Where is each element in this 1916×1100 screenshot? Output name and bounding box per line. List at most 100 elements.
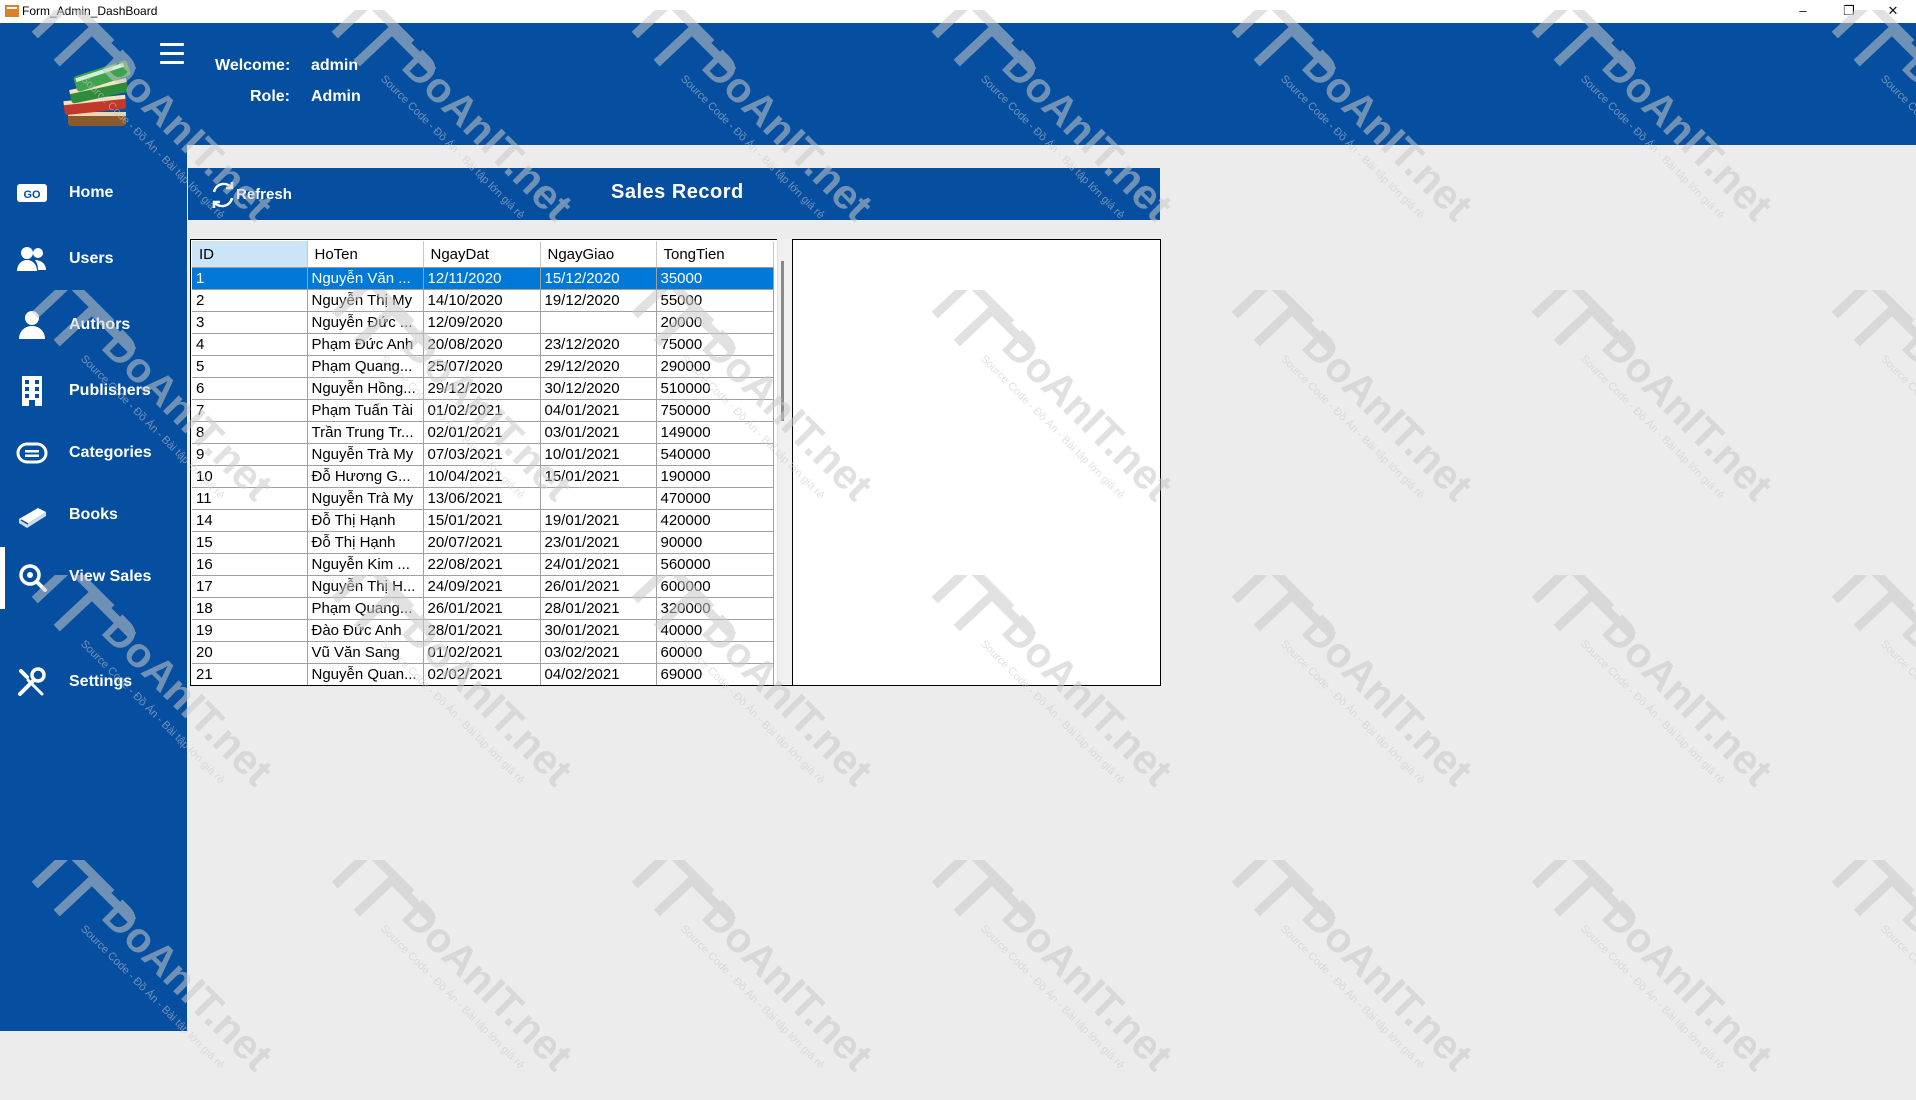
- table-cell[interactable]: Đào Đức Anh: [307, 619, 424, 642]
- table-cell[interactable]: Nguyễn Kim ...: [307, 553, 424, 576]
- table-cell[interactable]: 90000: [656, 531, 774, 554]
- sales-data-grid[interactable]: ID HoTen NgayDat NgayGiao TongTien 1 Nguy…: [190, 239, 793, 686]
- table-row[interactable]: 5 Phạm Quang... 25/07/2020 29/12/2020 290000: [192, 355, 774, 378]
- table-cell[interactable]: 22/08/2021: [423, 553, 541, 576]
- table-cell[interactable]: 3: [192, 311, 308, 334]
- table-cell[interactable]: Phạm Quang...: [307, 597, 424, 620]
- table-cell[interactable]: Phạm Đức Anh: [307, 333, 424, 356]
- table-row[interactable]: 8 Trần Trung Tr... 02/01/2021 03/01/2021 149…: [192, 421, 774, 444]
- table-cell[interactable]: Trần Trung Tr...: [307, 421, 424, 444]
- table-cell[interactable]: 29/12/2020: [540, 355, 657, 378]
- table-cell[interactable]: 01/02/2021: [423, 399, 541, 422]
- refresh-button-label[interactable]: Refresh: [236, 186, 292, 203]
- table-cell[interactable]: 12/09/2020: [423, 311, 541, 334]
- table-cell[interactable]: 03/02/2021: [540, 641, 657, 664]
- table-row[interactable]: 21 Nguyễn Quan... 02/02/2021 04/02/2021 6900…: [192, 663, 774, 685]
- scrollbar-thumb[interactable]: [781, 261, 784, 421]
- table-cell[interactable]: 7: [192, 399, 308, 422]
- table-cell[interactable]: 07/03/2021: [423, 443, 541, 466]
- sidebar-item-books[interactable]: Books: [0, 488, 187, 542]
- table-cell[interactable]: 16: [192, 553, 308, 576]
- table-cell[interactable]: 02/02/2021: [423, 663, 541, 685]
- table-cell[interactable]: 24/09/2021: [423, 575, 541, 598]
- grid-vertical-scrollbar[interactable]: [777, 239, 792, 684]
- column-header-ngaygiao[interactable]: NgayGiao: [540, 241, 657, 268]
- minimize-button[interactable]: –: [1780, 0, 1826, 23]
- table-row[interactable]: 1 Nguyễn Văn ... 12/11/2020 15/12/2020 35000: [192, 267, 774, 290]
- table-cell[interactable]: 25/07/2020: [423, 355, 541, 378]
- table-cell[interactable]: 24/01/2021: [540, 553, 657, 576]
- column-header-tongtien[interactable]: TongTien: [656, 241, 774, 268]
- sidebar-item-publishers[interactable]: Publishers: [0, 364, 187, 418]
- table-cell[interactable]: 600000: [656, 575, 774, 598]
- table-cell[interactable]: 40000: [656, 619, 774, 642]
- table-row[interactable]: 4 Phạm Đức Anh 20/08/2020 23/12/2020 75000: [192, 333, 774, 356]
- table-cell[interactable]: 11: [192, 487, 308, 510]
- table-cell[interactable]: 2: [192, 289, 308, 312]
- column-header-id[interactable]: ID: [192, 241, 308, 268]
- table-cell[interactable]: Đỗ Hương G...: [307, 465, 424, 488]
- table-cell[interactable]: Phạm Quang...: [307, 355, 424, 378]
- table-cell[interactable]: 12/11/2020: [423, 267, 541, 290]
- table-row[interactable]: 2 Nguyễn Thị My 14/10/2020 19/12/2020 55000: [192, 289, 774, 312]
- table-cell[interactable]: Vũ Văn Sang: [307, 641, 424, 664]
- table-cell[interactable]: 55000: [656, 289, 774, 312]
- table-cell[interactable]: 18: [192, 597, 308, 620]
- menu-toggle-button[interactable]: [160, 43, 184, 67]
- sidebar-item-authors[interactable]: Authors: [0, 298, 187, 352]
- table-cell[interactable]: 149000: [656, 421, 774, 444]
- table-cell[interactable]: 19/01/2021: [540, 509, 657, 532]
- table-cell[interactable]: 30/01/2021: [540, 619, 657, 642]
- table-cell[interactable]: 10: [192, 465, 308, 488]
- table-cell[interactable]: 28/01/2021: [540, 597, 657, 620]
- table-cell[interactable]: Đỗ Thị Hạnh: [307, 509, 424, 532]
- table-cell[interactable]: 26/01/2021: [423, 597, 541, 620]
- table-row[interactable]: 3 Nguyễn Đức ... 12/09/2020 20000: [192, 311, 774, 334]
- table-cell[interactable]: 10/01/2021: [540, 443, 657, 466]
- table-cell[interactable]: 60000: [656, 641, 774, 664]
- table-cell[interactable]: [540, 487, 657, 510]
- sidebar-item-view-sales[interactable]: View Sales: [0, 550, 187, 604]
- table-row[interactable]: 17 Nguyễn Thị H... 24/09/2021 26/01/2021 600…: [192, 575, 774, 598]
- table-cell[interactable]: 03/01/2021: [540, 421, 657, 444]
- table-cell[interactable]: 20/07/2021: [423, 531, 541, 554]
- table-cell[interactable]: Nguyễn Trà My: [307, 487, 424, 510]
- table-cell[interactable]: 9: [192, 443, 308, 466]
- table-cell[interactable]: 17: [192, 575, 308, 598]
- table-cell[interactable]: 750000: [656, 399, 774, 422]
- table-cell[interactable]: Nguyễn Hồng...: [307, 377, 424, 400]
- table-cell[interactable]: 15/01/2021: [423, 509, 541, 532]
- table-cell[interactable]: Nguyễn Thị H...: [307, 575, 424, 598]
- table-cell[interactable]: 26/01/2021: [540, 575, 657, 598]
- table-row[interactable]: 16 Nguyễn Kim ... 22/08/2021 24/01/2021 5600…: [192, 553, 774, 576]
- table-cell[interactable]: 470000: [656, 487, 774, 510]
- table-cell[interactable]: 10/04/2021: [423, 465, 541, 488]
- table-cell[interactable]: Đỗ Thị Hạnh: [307, 531, 424, 554]
- sidebar-item-users[interactable]: Users: [0, 232, 187, 286]
- table-cell[interactable]: Nguyễn Đức ...: [307, 311, 424, 334]
- table-cell[interactable]: 75000: [656, 333, 774, 356]
- table-cell[interactable]: 23/01/2021: [540, 531, 657, 554]
- maximize-button[interactable]: ❐: [1826, 0, 1872, 23]
- table-cell[interactable]: 30/12/2020: [540, 377, 657, 400]
- table-cell[interactable]: Nguyễn Quan...: [307, 663, 424, 685]
- table-cell[interactable]: 420000: [656, 509, 774, 532]
- table-cell[interactable]: 69000: [656, 663, 774, 685]
- table-cell[interactable]: 19/12/2020: [540, 289, 657, 312]
- table-cell[interactable]: 4: [192, 333, 308, 356]
- table-cell[interactable]: 6: [192, 377, 308, 400]
- column-header-hoten[interactable]: HoTen: [307, 241, 424, 268]
- table-cell[interactable]: 320000: [656, 597, 774, 620]
- table-cell[interactable]: Phạm Tuấn Tài: [307, 399, 424, 422]
- table-cell[interactable]: [540, 311, 657, 334]
- table-cell[interactable]: 13/06/2021: [423, 487, 541, 510]
- table-cell[interactable]: Nguyễn Văn ...: [307, 267, 424, 290]
- table-row[interactable]: 9 Nguyễn Trà My 07/03/2021 10/01/2021 540000: [192, 443, 774, 466]
- table-cell[interactable]: 20/08/2020: [423, 333, 541, 356]
- table-cell[interactable]: 21: [192, 663, 308, 685]
- table-cell[interactable]: 510000: [656, 377, 774, 400]
- table-cell[interactable]: Nguyễn Thị My: [307, 289, 424, 312]
- table-cell[interactable]: 15/01/2021: [540, 465, 657, 488]
- table-cell[interactable]: 19: [192, 619, 308, 642]
- sidebar-item-settings[interactable]: Settings: [0, 655, 187, 709]
